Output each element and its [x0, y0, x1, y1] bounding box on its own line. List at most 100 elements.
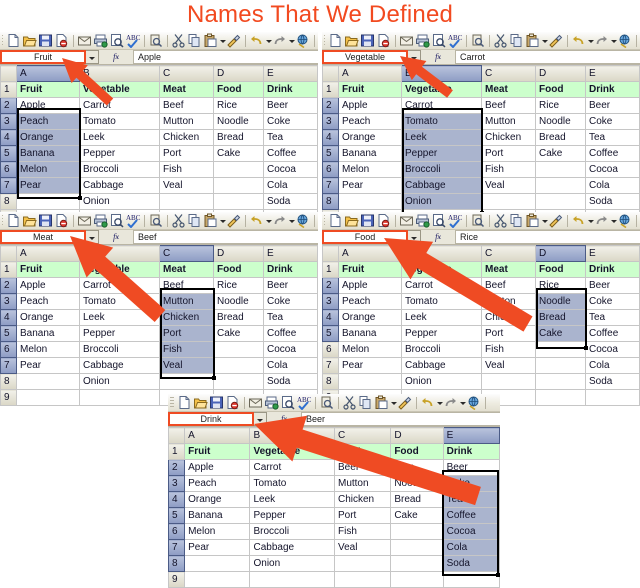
format-painter-icon[interactable] [397, 395, 412, 410]
cell-D1[interactable]: Food [535, 81, 586, 98]
print-preview-icon[interactable] [109, 33, 124, 48]
cell-C4[interactable]: Chicken [333, 491, 392, 508]
cell-A4[interactable]: Orange [338, 129, 402, 146]
cell-C1[interactable]: Meat [333, 443, 392, 460]
cell-D2[interactable]: Rice [213, 277, 264, 294]
cell-E1[interactable]: Drink [585, 81, 640, 98]
paste-icon[interactable] [203, 33, 218, 48]
row-header-5[interactable]: 5 [0, 325, 17, 342]
cell-E2[interactable]: Beer [442, 459, 501, 476]
row-header-5[interactable]: 5 [167, 507, 186, 524]
column-header-b[interactable]: B [79, 245, 160, 262]
cell-D6[interactable] [213, 161, 264, 178]
undo-icon[interactable] [249, 213, 264, 228]
cell-C2[interactable]: Beef [333, 459, 392, 476]
column-header-b[interactable]: B [401, 65, 482, 82]
paste-icon[interactable] [203, 213, 218, 228]
name-box[interactable]: Vegetable [322, 50, 408, 64]
cell-C4[interactable]: Chicken [159, 129, 214, 146]
name-box-dropdown-icon[interactable] [408, 230, 421, 244]
cell-C3[interactable]: Mutton [159, 293, 214, 310]
row-header-2[interactable]: 2 [322, 97, 339, 114]
cell-E5[interactable]: Coffee [585, 145, 640, 162]
cell-B4[interactable]: Leek [401, 309, 482, 326]
cell-D9[interactable] [535, 389, 586, 406]
row-header-5[interactable]: 5 [0, 145, 17, 162]
cell-B8[interactable]: Onion [249, 555, 335, 572]
cell-A3[interactable]: Peach [184, 475, 251, 492]
cell-A9[interactable] [16, 389, 80, 406]
cell-A5[interactable]: Banana [338, 325, 402, 342]
cell-D7[interactable] [213, 177, 264, 194]
cell-E2[interactable]: Beer [263, 277, 318, 294]
copy-icon[interactable] [509, 33, 524, 48]
print-preview-icon[interactable] [280, 395, 295, 410]
cell-B3[interactable]: Tomato [401, 113, 482, 130]
cell-A5[interactable]: Banana [16, 145, 80, 162]
cell-C5[interactable]: Port [159, 145, 214, 162]
column-header-e[interactable]: E [442, 427, 501, 444]
cell-B5[interactable]: Pepper [249, 507, 335, 524]
row-header-4[interactable]: 4 [0, 309, 17, 326]
toolbar-dropdown-caret[interactable] [288, 33, 295, 48]
cell-D8[interactable] [213, 373, 264, 390]
cell-B2[interactable]: Carrot [401, 277, 482, 294]
cell-E5[interactable]: Coffee [263, 325, 318, 342]
spreadsheet-grid[interactable]: A B C D E 1 Fruit Vegetable Meat Food Drink 2 Apple C… [0, 65, 318, 226]
cell-B5[interactable]: Pepper [79, 325, 160, 342]
cell-D2[interactable]: Rice [535, 97, 586, 114]
cell-C3[interactable]: Mutton [481, 113, 536, 130]
column-header-c[interactable]: C [159, 65, 214, 82]
cell-D2[interactable]: Rice [213, 97, 264, 114]
cell-A2[interactable]: Apple [16, 277, 80, 294]
column-header-c[interactable]: C [333, 427, 392, 444]
select-all-corner[interactable] [322, 65, 339, 82]
spelling-icon[interactable]: ABC [447, 33, 462, 48]
cell-C8[interactable] [159, 373, 214, 390]
cell-D6[interactable] [390, 523, 444, 540]
cell-A6[interactable]: Melon [16, 161, 80, 178]
cell-C6[interactable]: Fish [481, 341, 536, 358]
email-icon[interactable] [399, 33, 414, 48]
print-icon[interactable] [415, 33, 430, 48]
cell-E4[interactable]: Tea [585, 309, 640, 326]
research-icon[interactable] [319, 395, 334, 410]
formula-input[interactable]: Apple [133, 50, 318, 64]
formula-input[interactable]: Beer [301, 412, 500, 426]
cell-E1[interactable]: Drink [442, 443, 501, 460]
cell-C6[interactable]: Fish [333, 523, 392, 540]
row-header-2[interactable]: 2 [0, 277, 17, 294]
permission-icon[interactable] [54, 33, 69, 48]
cell-C1[interactable]: Meat [481, 261, 536, 278]
column-header-d[interactable]: D [213, 245, 264, 262]
undo-icon[interactable] [420, 395, 435, 410]
row-header-3[interactable]: 3 [322, 293, 339, 310]
insert-hyperlink-icon[interactable] [466, 395, 481, 410]
cell-A3[interactable]: Peach [338, 293, 402, 310]
cell-D6[interactable] [535, 341, 586, 358]
cell-D4[interactable]: Bread [535, 129, 586, 146]
cell-E1[interactable]: Drink [263, 261, 318, 278]
cell-C2[interactable]: Beef [481, 97, 536, 114]
cell-C6[interactable]: Fish [481, 161, 536, 178]
cell-E6[interactable]: Cocoa [442, 523, 501, 540]
copy-icon[interactable] [358, 395, 373, 410]
cell-D6[interactable] [535, 161, 586, 178]
email-icon[interactable] [248, 395, 263, 410]
row-header-8[interactable]: 8 [322, 373, 339, 390]
cell-B8[interactable]: Onion [401, 193, 482, 210]
row-header-7[interactable]: 7 [167, 539, 186, 556]
insert-hyperlink-icon[interactable] [295, 213, 310, 228]
name-box-dropdown-icon[interactable] [86, 230, 99, 244]
cell-B9[interactable] [79, 389, 160, 406]
row-header-2[interactable]: 2 [322, 277, 339, 294]
cell-D8[interactable] [390, 555, 444, 572]
cell-A3[interactable]: Peach [16, 293, 80, 310]
copy-icon[interactable] [509, 213, 524, 228]
row-header-9[interactable]: 9 [167, 571, 186, 588]
cell-D2[interactable]: Rice [390, 459, 444, 476]
cell-A2[interactable]: Apple [338, 97, 402, 114]
cell-B7[interactable]: Cabbage [79, 357, 160, 374]
cell-B5[interactable]: Pepper [79, 145, 160, 162]
row-header-8[interactable]: 8 [322, 193, 339, 210]
